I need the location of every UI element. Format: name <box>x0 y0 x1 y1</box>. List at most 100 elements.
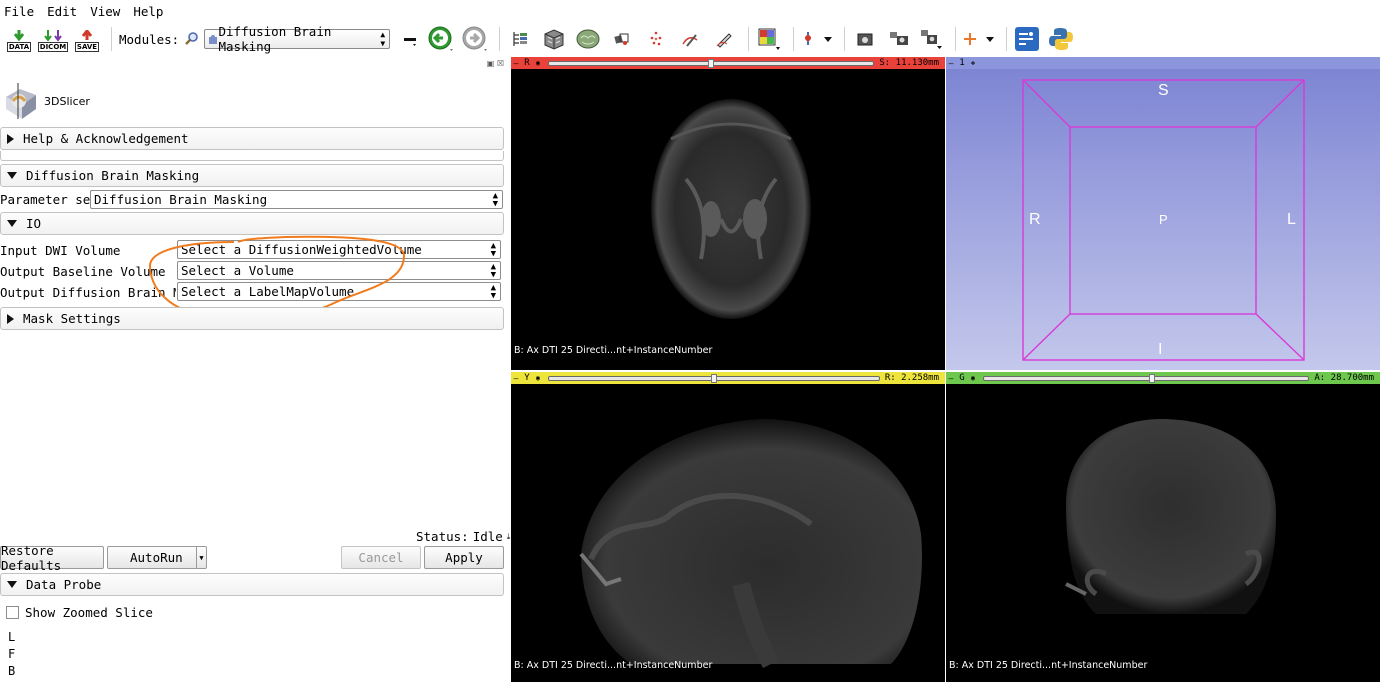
module-selector[interactable]: Diffusion Brain Masking ▲ ▼ <box>204 24 391 54</box>
io-section-label: IO <box>26 216 42 231</box>
forward-button[interactable] <box>460 24 490 54</box>
save-label: SAVE <box>74 42 100 52</box>
slider-knob[interactable] <box>710 373 717 383</box>
red-slice-view[interactable]: ― R ◉ S: 11.130mm B: Ax DTI 25 Directi..… <box>511 57 945 370</box>
models-button[interactable] <box>573 24 603 54</box>
red-slice-slider[interactable] <box>548 58 875 68</box>
module-history-icon <box>404 38 417 46</box>
back-button[interactable] <box>426 24 456 54</box>
eye-icon[interactable]: ◉ <box>968 374 978 382</box>
toolbar-separator <box>499 27 501 51</box>
help-section-header[interactable]: Help & Acknowledgement <box>0 127 504 150</box>
updown-arrow-icon: ▲ ▼ <box>490 261 496 280</box>
data-probe-label: Data Probe <box>26 577 102 592</box>
data-probe-header[interactable]: Data Probe <box>0 573 504 596</box>
fiducial-points-icon <box>650 31 662 46</box>
slicer-logo-text: 3DSlicer <box>44 94 90 108</box>
mouse-mode-button[interactable] <box>918 24 946 54</box>
output-baseline-select[interactable]: Select a Volume ▲ ▼ <box>177 261 501 280</box>
input-dwi-label: Input DWI Volume <box>0 243 121 258</box>
superior-label: S <box>1158 82 1169 99</box>
threed-view[interactable]: ― 1 ❖ S I R L P <box>946 57 1380 370</box>
yellow-slice-controller: ― Y ◉ R: 2.258mm <box>511 372 945 384</box>
autorun-button[interactable]: AutoRun ▼ <box>107 546 207 569</box>
pin-icon[interactable]: ― <box>511 59 521 68</box>
data-module-button[interactable] <box>505 24 535 54</box>
pointer-icon <box>805 32 833 45</box>
dicom-button[interactable]: DICOM <box>37 24 69 54</box>
scene-view-button[interactable] <box>884 24 914 54</box>
editor-button[interactable] <box>675 24 705 54</box>
extensions-icon <box>1015 27 1040 51</box>
show-zoomed-checkbox[interactable] <box>6 606 19 619</box>
red-view-volume-label: B: Ax DTI 25 Directi...nt+InstanceNumber <box>514 345 713 356</box>
module-history-button[interactable] <box>400 24 422 54</box>
menu-edit[interactable]: Edit <box>47 4 77 19</box>
pin-icon[interactable]: ― <box>511 374 521 383</box>
modules-label: Modules: <box>119 31 180 47</box>
toolbar-separator <box>793 27 795 51</box>
eye-icon[interactable]: ◉ <box>533 374 543 382</box>
volume-cube-icon <box>544 29 564 50</box>
segment-button[interactable] <box>709 24 739 54</box>
status-value: Idle <box>472 529 503 544</box>
yellow-view-name: Y <box>524 373 530 383</box>
mask-settings-header[interactable]: Mask Settings <box>0 307 504 330</box>
cancel-button[interactable]: Cancel <box>341 546 421 569</box>
load-data-button[interactable]: DATA <box>4 24 34 54</box>
crosshair-button[interactable] <box>799 24 835 54</box>
yellow-slice-view[interactable]: ― Y ◉ R: 2.258mm B: Ax DTI 25 Directi...… <box>511 372 945 682</box>
eye-icon[interactable]: ◉ <box>533 59 543 67</box>
green-view-volume-label: B: Ax DTI 25 Directi...nt+InstanceNumber <box>949 660 1148 671</box>
right-label: R <box>1029 211 1041 228</box>
menu-file[interactable]: File <box>4 4 34 19</box>
dicom-label: DICOM <box>37 42 69 52</box>
yellow-slice-slider[interactable] <box>548 373 880 383</box>
pin-icon[interactable]: ― <box>946 374 956 383</box>
module-selected-label: Diffusion Brain Masking <box>218 24 332 54</box>
slider-knob[interactable] <box>1149 373 1156 383</box>
menu-view[interactable]: View <box>90 4 120 19</box>
main-toolbar: DATA DICOM SAVE Modules: Diffusion Brain… <box>0 22 1380 56</box>
place-fiducial-button[interactable] <box>961 24 997 54</box>
module-section-header[interactable]: Diffusion Brain Masking <box>0 164 504 187</box>
probe-line-f: F <box>8 647 16 661</box>
updown-arrow-icon: ▲ ▼ <box>490 282 496 301</box>
draw-line-icon <box>682 34 698 47</box>
slider-knob[interactable] <box>707 58 714 68</box>
volumes-button[interactable] <box>539 24 569 54</box>
extension-manager-button[interactable] <box>1012 24 1042 54</box>
inferior-label: I <box>1158 341 1163 358</box>
toolbar-separator <box>111 27 112 51</box>
save-button[interactable]: SAVE <box>72 24 102 54</box>
green-slice-view[interactable]: ― G ◉ A: 28.700mm B: Ax DTI 25 Directi..… <box>946 372 1380 682</box>
transforms-button[interactable] <box>607 24 637 54</box>
sagittal-brain-image <box>579 419 922 669</box>
panel-dock-controls[interactable]: ▣ ☒ <box>487 59 504 68</box>
restore-defaults-button[interactable]: Restore Defaults <box>0 543 104 573</box>
screenshot-button[interactable] <box>850 24 880 54</box>
python-icon <box>1049 28 1074 50</box>
status-indicator: Status: Idle ⤓ <box>416 529 510 544</box>
markups-button[interactable] <box>641 24 671 54</box>
apply-button[interactable]: Apply <box>424 546 504 569</box>
status-expand-icon[interactable]: ⤓ <box>507 532 511 542</box>
pencil-icon <box>716 33 732 48</box>
menu-help[interactable]: Help <box>133 4 163 19</box>
parameter-set-select[interactable]: Diffusion Brain Masking ▲ ▼ <box>90 190 503 209</box>
output-mask-select[interactable]: Select a LabelMapVolume ▲ ▼ <box>177 282 501 301</box>
dropdown-arrow-icon[interactable]: ▼ <box>196 547 206 568</box>
green-slice-slider[interactable] <box>983 373 1310 383</box>
probe-info: L F B <box>8 629 15 680</box>
parameter-set-value: Diffusion Brain Masking <box>94 192 268 207</box>
show-zoomed-slice-row: Show Zoomed Slice <box>6 605 153 620</box>
python-console-button[interactable] <box>1046 24 1076 54</box>
module-search-icon[interactable] <box>184 31 200 47</box>
layout-button[interactable] <box>754 24 784 54</box>
save-arrow-icon <box>81 30 93 40</box>
toolbar-separator <box>844 27 846 51</box>
io-section-header[interactable]: IO <box>0 212 504 235</box>
output-baseline-label: Output Baseline Volume <box>0 264 166 279</box>
input-dwi-select[interactable]: Select a DiffusionWeightedVolume ▲ ▼ <box>177 240 501 259</box>
green-slice-offset: A: 28.700mm <box>1314 373 1374 383</box>
